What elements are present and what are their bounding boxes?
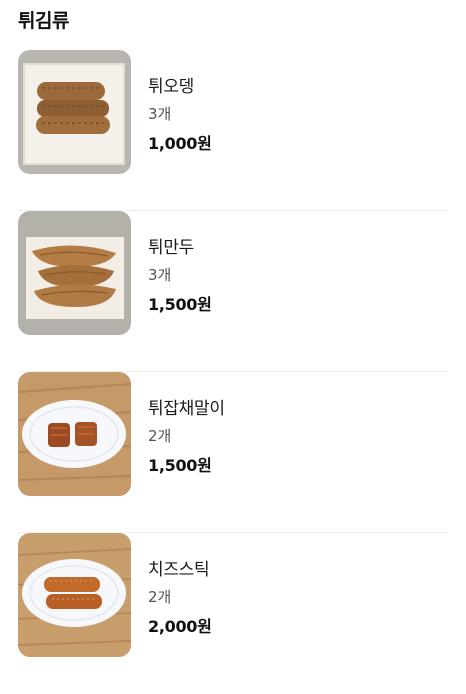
item-price: 2,000원 <box>148 617 212 636</box>
fried-dumpling-photo <box>18 211 131 335</box>
menu-item-fried-japchae-roll[interactable]: 튀잡채말이 2개 1,500원 <box>0 372 466 533</box>
item-quantity: 3개 <box>148 105 172 123</box>
item-name: 튀만두 <box>148 238 195 258</box>
menu-list: 튀오뎅 3개 1,000원 튀만두 3개 1,500원 튀잡채말이 2개 1,5… <box>0 50 466 694</box>
item-name: 치즈스틱 <box>148 560 210 580</box>
menu-item-cheese-stick[interactable]: 치즈스틱 2개 2,000원 <box>0 533 466 694</box>
item-name: 튀잡채말이 <box>148 399 225 419</box>
item-price: 1,000원 <box>148 134 212 153</box>
menu-item-fried-fishcake[interactable]: 튀오뎅 3개 1,000원 <box>0 50 466 211</box>
item-quantity: 3개 <box>148 266 172 284</box>
cheese-stick-photo <box>18 533 131 657</box>
item-name: 튀오뎅 <box>148 77 195 97</box>
item-price: 1,500원 <box>148 295 212 314</box>
item-quantity: 2개 <box>148 588 172 606</box>
section-title: 튀김류 <box>18 10 69 32</box>
menu-item-fried-dumpling[interactable]: 튀만두 3개 1,500원 <box>0 211 466 372</box>
item-price: 1,500원 <box>148 456 212 475</box>
fried-fishcake-photo <box>18 50 131 174</box>
item-quantity: 2개 <box>148 427 172 445</box>
fried-japchae-roll-photo <box>18 372 131 496</box>
